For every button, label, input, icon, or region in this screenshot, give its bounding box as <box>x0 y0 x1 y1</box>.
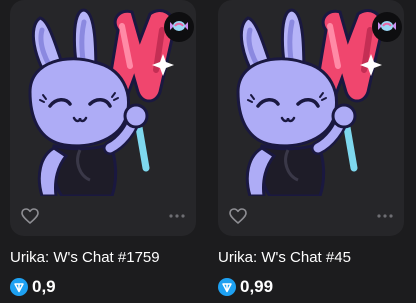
price-row: 0,9 <box>10 277 196 297</box>
price-row: 0,99 <box>218 277 404 297</box>
candy-icon <box>164 12 194 42</box>
card-actions <box>218 196 404 236</box>
heart-icon[interactable] <box>228 206 248 226</box>
more-dots-icon[interactable] <box>168 208 186 224</box>
nft-media[interactable] <box>10 0 196 236</box>
nft-card[interactable]: Urika: W's Chat #1759 0,9 <box>10 0 196 303</box>
heart-icon[interactable] <box>20 206 40 226</box>
more-dots-icon[interactable] <box>376 208 394 224</box>
ton-icon <box>10 278 28 296</box>
nft-price: 0,9 <box>32 277 56 296</box>
ton-icon <box>218 278 236 296</box>
nft-title[interactable]: Urika: W's Chat #1759 <box>10 249 196 267</box>
candy-icon <box>372 12 402 42</box>
card-actions <box>10 196 196 236</box>
nft-card[interactable]: Urika: W's Chat #45 0,99 <box>218 0 404 303</box>
nft-grid: Urika: W's Chat #1759 0,9 Urika: W's Cha… <box>0 0 416 303</box>
nft-price: 0,99 <box>240 277 274 296</box>
nft-title[interactable]: Urika: W's Chat #45 <box>218 249 404 267</box>
nft-media[interactable] <box>218 0 404 236</box>
